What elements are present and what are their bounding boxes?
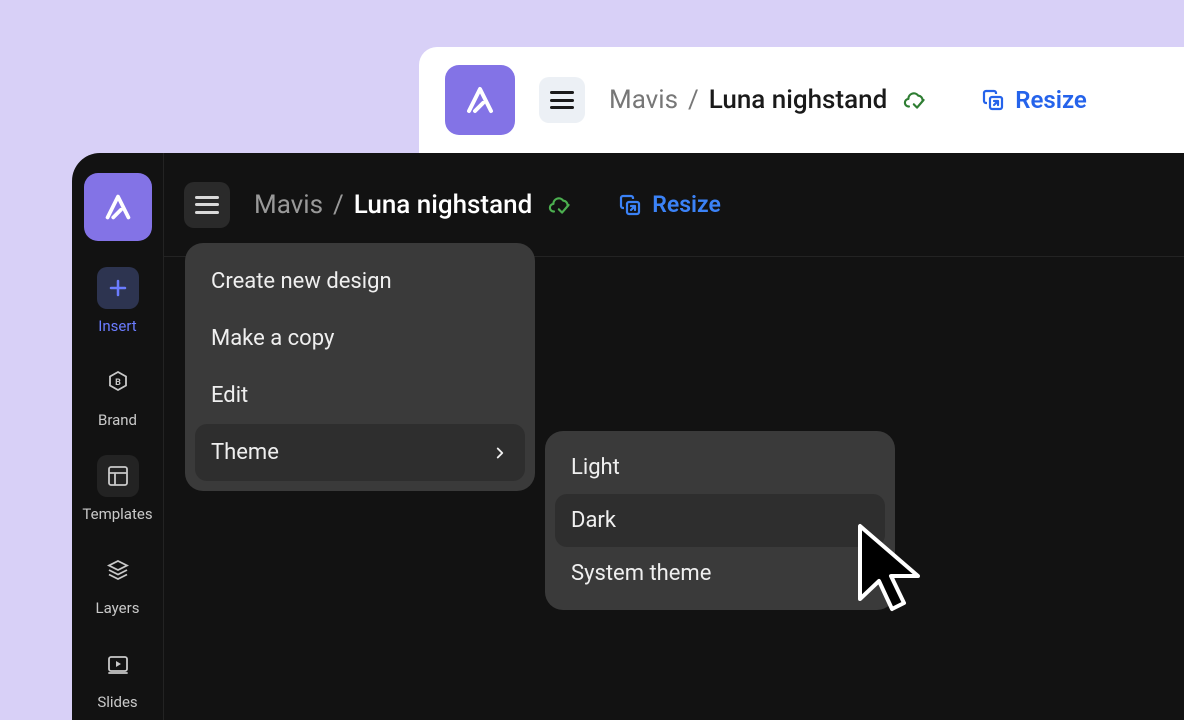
menu-item-label: Edit bbox=[211, 383, 248, 408]
cloud-saved-icon bbox=[548, 192, 574, 218]
menu-item-label: Theme bbox=[211, 440, 279, 465]
theme-option-dark[interactable]: Dark bbox=[555, 494, 885, 547]
breadcrumb-separator: / bbox=[688, 85, 699, 115]
dark-mode-app: Insert B Brand Templates Layers Slides bbox=[72, 153, 1184, 720]
main-area: Mavis / Luna nighstand Resize bbox=[163, 153, 1184, 720]
sidebar-item-label: Templates bbox=[82, 505, 152, 523]
sidebar-item-label: Brand bbox=[98, 411, 137, 429]
resize-icon bbox=[981, 88, 1005, 112]
sidebar-item-insert[interactable]: Insert bbox=[72, 267, 163, 335]
slides-icon bbox=[97, 643, 139, 685]
sidebar-item-label: Layers bbox=[96, 599, 140, 617]
breadcrumb-separator: / bbox=[333, 190, 344, 220]
dark-header: Mavis / Luna nighstand Resize bbox=[164, 153, 1184, 257]
breadcrumb-parent[interactable]: Mavis bbox=[609, 85, 678, 115]
menu-item-theme[interactable]: Theme bbox=[195, 424, 525, 481]
sidebar-app-logo[interactable] bbox=[84, 173, 152, 241]
theme-option-system[interactable]: System theme bbox=[555, 547, 885, 600]
menu-item-make-copy[interactable]: Make a copy bbox=[195, 310, 525, 367]
breadcrumb-parent[interactable]: Mavis bbox=[254, 190, 323, 220]
light-mode-header: Mavis / Luna nighstand Resize bbox=[419, 47, 1184, 153]
templates-icon bbox=[97, 455, 139, 497]
menu-item-label: Make a copy bbox=[211, 326, 334, 351]
breadcrumb-light: Mavis / Luna nighstand bbox=[609, 85, 929, 115]
menu-item-create-new[interactable]: Create new design bbox=[195, 253, 525, 310]
hamburger-button-dark[interactable] bbox=[184, 182, 230, 228]
resize-icon bbox=[618, 193, 642, 217]
brand-icon: B bbox=[97, 361, 139, 403]
breadcrumb-current[interactable]: Luna nighstand bbox=[354, 190, 533, 220]
svg-text:B: B bbox=[115, 378, 121, 388]
chevron-right-icon bbox=[491, 444, 509, 462]
main-menu-dropdown: Create new design Make a copy Edit Theme bbox=[185, 243, 535, 491]
sidebar-item-layers[interactable]: Layers bbox=[72, 549, 163, 617]
breadcrumb-current[interactable]: Luna nighstand bbox=[709, 85, 888, 115]
menu-item-label: Create new design bbox=[211, 269, 392, 294]
hamburger-icon bbox=[550, 91, 574, 109]
sidebar-item-label: Insert bbox=[98, 317, 136, 335]
resize-label: Resize bbox=[652, 191, 721, 218]
submenu-item-label: Dark bbox=[571, 508, 616, 533]
breadcrumb-dark: Mavis / Luna nighstand bbox=[254, 190, 574, 220]
hamburger-button-light[interactable] bbox=[539, 77, 585, 123]
menu-item-edit[interactable]: Edit bbox=[195, 367, 525, 424]
sidebar-item-templates[interactable]: Templates bbox=[72, 455, 163, 523]
resize-button-dark[interactable]: Resize bbox=[618, 191, 721, 218]
submenu-item-label: Light bbox=[571, 455, 620, 480]
layers-icon bbox=[97, 549, 139, 591]
cloud-saved-icon bbox=[903, 87, 929, 113]
sidebar-item-label: Slides bbox=[97, 693, 137, 711]
plus-icon bbox=[97, 267, 139, 309]
app-logo[interactable] bbox=[445, 65, 515, 135]
theme-option-light[interactable]: Light bbox=[555, 441, 885, 494]
sidebar: Insert B Brand Templates Layers Slides bbox=[72, 153, 163, 720]
hamburger-icon bbox=[195, 196, 219, 214]
sidebar-item-slides[interactable]: Slides bbox=[72, 643, 163, 711]
resize-label: Resize bbox=[1015, 86, 1087, 114]
sidebar-item-brand[interactable]: B Brand bbox=[72, 361, 163, 429]
logo-a-icon bbox=[100, 189, 136, 225]
theme-submenu: Light Dark System theme bbox=[545, 431, 895, 610]
logo-a-icon bbox=[461, 81, 499, 119]
submenu-item-label: System theme bbox=[571, 561, 711, 586]
resize-button-light[interactable]: Resize bbox=[981, 86, 1087, 114]
